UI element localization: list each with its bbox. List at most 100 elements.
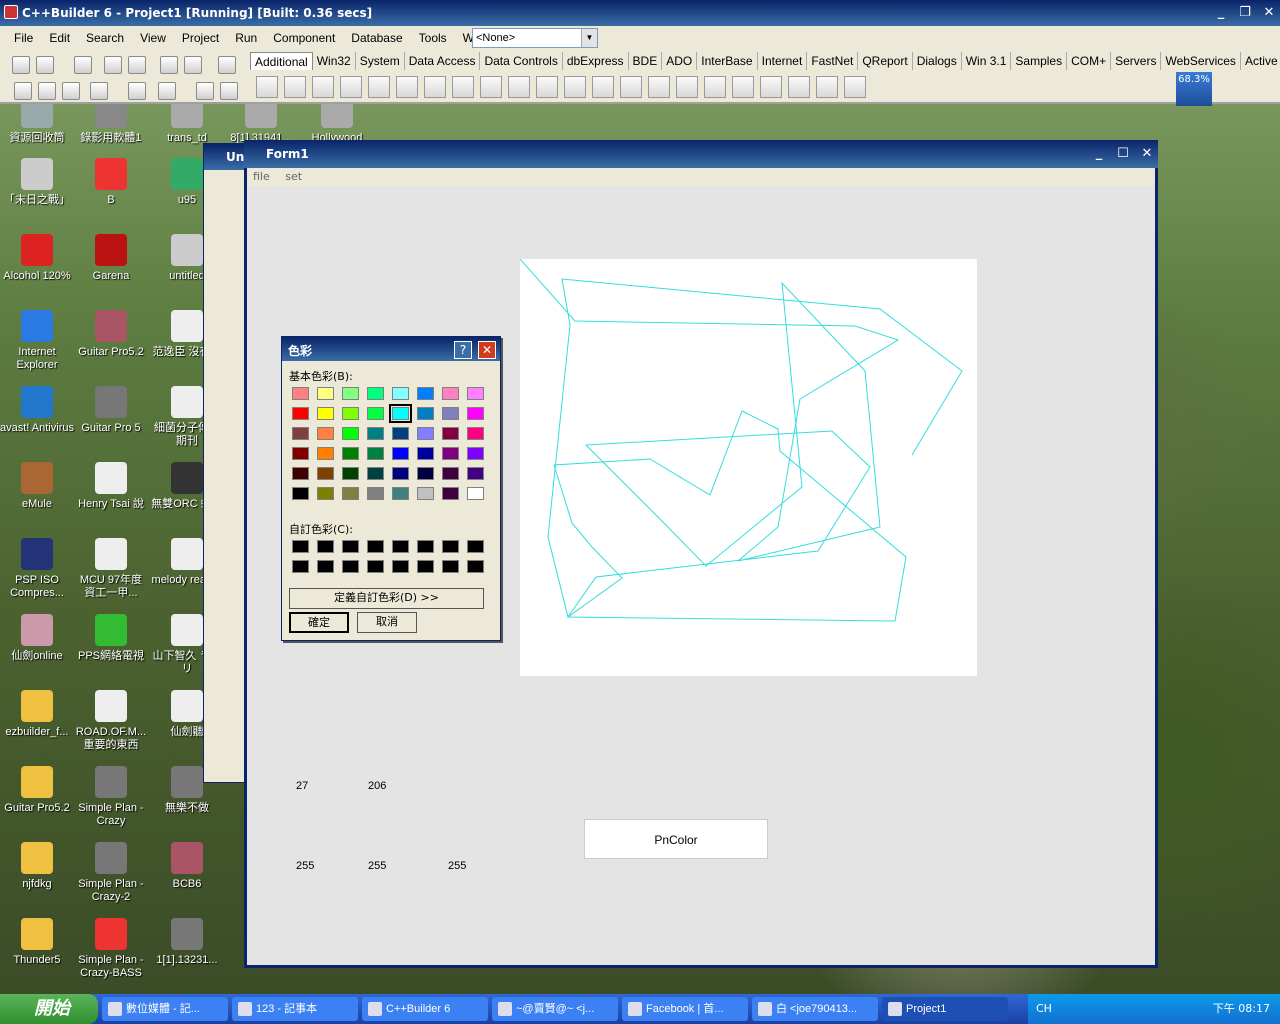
basic-color-swatch[interactable] xyxy=(292,407,309,420)
custom-color-swatch[interactable] xyxy=(367,560,384,573)
basic-color-swatch[interactable] xyxy=(392,467,409,480)
ide-menu-run[interactable]: Run xyxy=(227,31,265,45)
custom-color-swatch[interactable] xyxy=(392,540,409,553)
palette-tab[interactable]: Data Controls xyxy=(480,52,563,70)
toolbar-button-icon[interactable] xyxy=(184,56,202,74)
desktop-icon[interactable]: Garena xyxy=(74,234,148,283)
desktop-icon[interactable]: PPS網絡電視 xyxy=(74,614,148,663)
toolbar-button-icon[interactable] xyxy=(218,56,236,74)
ide-menu-tools[interactable]: Tools xyxy=(411,31,455,45)
desktop-icon[interactable]: Guitar Pro5.2 xyxy=(74,310,148,359)
palette-tab[interactable]: System xyxy=(356,52,405,70)
taskbar-item[interactable]: C++Builder 6 xyxy=(362,997,488,1021)
basic-color-swatch[interactable] xyxy=(392,487,409,500)
custom-color-swatch[interactable] xyxy=(317,540,334,553)
basic-color-swatch[interactable] xyxy=(442,467,459,480)
custom-color-swatch[interactable] xyxy=(467,540,484,553)
menu-file[interactable]: file xyxy=(247,170,276,183)
taskbar-item[interactable]: ~@賣賢@~ <j... xyxy=(492,997,618,1021)
palette-tab[interactable]: Active xyxy=(1241,52,1280,70)
basic-color-swatch[interactable] xyxy=(392,387,409,400)
toolbar-button-icon[interactable] xyxy=(128,56,146,74)
basic-color-swatch[interactable] xyxy=(417,407,434,420)
menu-set[interactable]: set xyxy=(279,170,308,183)
desktop-icon[interactable]: Simple Plan - Crazy xyxy=(74,766,148,828)
palette-tab[interactable]: dbExpress xyxy=(563,52,629,70)
help-icon[interactable]: ? xyxy=(454,341,472,359)
taskbar-item[interactable]: 123 - 記事本 xyxy=(232,997,358,1021)
basic-color-swatch[interactable] xyxy=(467,387,484,400)
toolbar-button-icon[interactable] xyxy=(74,56,92,74)
palette-tab[interactable]: Win32 xyxy=(313,52,356,70)
taskbar-item[interactable]: Project1 xyxy=(882,997,1008,1021)
component-palette-icon[interactable] xyxy=(704,76,726,98)
custom-color-swatch[interactable] xyxy=(292,540,309,553)
desktop-icon[interactable]: Internet Explorer xyxy=(0,310,74,372)
component-palette-icon[interactable] xyxy=(788,76,810,98)
basic-color-swatch[interactable] xyxy=(367,467,384,480)
basic-color-swatch[interactable] xyxy=(342,447,359,460)
basic-color-swatch[interactable] xyxy=(292,467,309,480)
desktop-icon[interactable]: Guitar Pro5.2 xyxy=(0,766,74,815)
basic-color-swatch[interactable] xyxy=(342,427,359,440)
basic-color-swatch[interactable] xyxy=(467,487,484,500)
component-palette-icon[interactable] xyxy=(760,76,782,98)
desktop-icon[interactable]: Simple Plan - Crazy-2 xyxy=(74,842,148,904)
basic-color-swatch[interactable] xyxy=(367,427,384,440)
palette-tab[interactable]: BDE xyxy=(629,52,663,70)
desktop-icon[interactable]: B xyxy=(74,158,148,207)
minimize-icon[interactable]: _ xyxy=(1090,145,1108,163)
custom-color-swatch[interactable] xyxy=(442,560,459,573)
palette-tab[interactable]: FastNet xyxy=(807,52,859,70)
toolbar-button-icon[interactable] xyxy=(158,82,176,100)
restore-icon[interactable]: ❐ xyxy=(1236,4,1254,22)
basic-color-swatch[interactable] xyxy=(392,427,409,440)
ide-menu-edit[interactable]: Edit xyxy=(41,31,78,45)
component-palette-icon[interactable] xyxy=(368,76,390,98)
component-palette-icon[interactable] xyxy=(508,76,530,98)
desktop-icon[interactable]: ezbuilder_f... xyxy=(0,690,74,739)
basic-color-swatch[interactable] xyxy=(467,427,484,440)
toolbar-button-icon[interactable] xyxy=(36,56,54,74)
component-palette-icon[interactable] xyxy=(396,76,418,98)
close-icon[interactable]: ✕ xyxy=(1260,4,1278,22)
basic-color-swatch[interactable] xyxy=(442,487,459,500)
basic-color-swatch[interactable] xyxy=(442,447,459,460)
basic-color-swatch[interactable] xyxy=(317,487,334,500)
clock[interactable]: 下午 08:17 xyxy=(1213,1002,1270,1015)
basic-color-swatch[interactable] xyxy=(467,467,484,480)
component-palette-icon[interactable] xyxy=(676,76,698,98)
custom-color-swatch[interactable] xyxy=(367,540,384,553)
basic-color-swatch[interactable] xyxy=(317,447,334,460)
custom-color-swatch[interactable] xyxy=(417,560,434,573)
basic-color-swatch[interactable] xyxy=(417,467,434,480)
desktop-icon[interactable]: MCU 97年度 資工一甲... xyxy=(74,538,148,600)
basic-color-swatch[interactable] xyxy=(467,447,484,460)
desktop-icon[interactable]: 1[1].13231... xyxy=(150,918,224,967)
palette-tab[interactable]: Win 3.1 xyxy=(962,52,1012,70)
basic-color-swatch[interactable] xyxy=(292,487,309,500)
maximize-icon[interactable]: ☐ xyxy=(1114,145,1132,163)
desktop-icon[interactable]: Guitar Pro 5 xyxy=(74,386,148,435)
component-palette-icon[interactable] xyxy=(256,76,278,98)
basic-color-swatch[interactable] xyxy=(417,387,434,400)
component-combo[interactable]: <None> ▼ xyxy=(472,28,598,48)
basic-color-swatch[interactable] xyxy=(342,407,359,420)
basic-color-swatch[interactable] xyxy=(417,447,434,460)
taskbar-item[interactable]: 數位媒體 - 記... xyxy=(102,997,228,1021)
ide-menu-view[interactable]: View xyxy=(132,31,174,45)
ide-menu-search[interactable]: Search xyxy=(78,31,132,45)
desktop-icon[interactable]: avast! Antivirus xyxy=(0,386,74,435)
basic-color-swatch[interactable] xyxy=(342,387,359,400)
palette-tab[interactable]: WebServices xyxy=(1161,52,1241,70)
palette-tab[interactable]: Dialogs xyxy=(913,52,962,70)
basic-color-swatch[interactable] xyxy=(417,427,434,440)
define-custom-colors-button[interactable]: 定義自訂色彩(D) >> xyxy=(289,588,484,609)
component-palette-icon[interactable] xyxy=(732,76,754,98)
custom-color-swatch[interactable] xyxy=(417,540,434,553)
basic-color-swatch[interactable] xyxy=(317,407,334,420)
ime-indicator[interactable]: CH xyxy=(1028,994,1052,1024)
ok-button[interactable]: 確定 xyxy=(289,612,349,633)
basic-color-swatch[interactable] xyxy=(317,427,334,440)
palette-tab[interactable]: COM+ xyxy=(1067,52,1112,70)
